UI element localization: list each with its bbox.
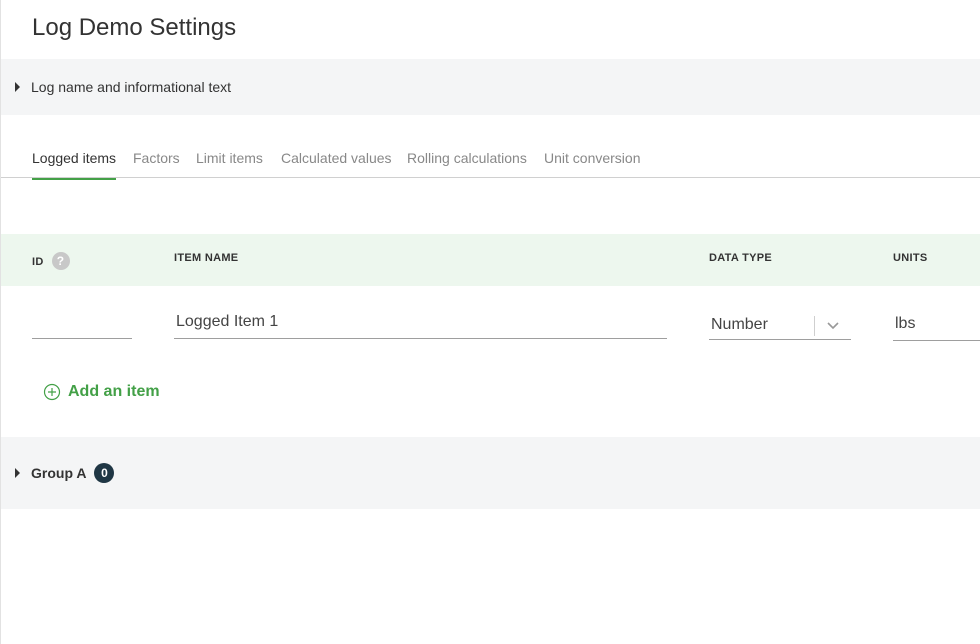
units-field[interactable] bbox=[893, 312, 980, 341]
tab-factors[interactable]: Factors bbox=[133, 150, 180, 178]
settings-page: Log Demo Settings Log name and informati… bbox=[0, 0, 980, 644]
data-type-select[interactable]: Number bbox=[709, 312, 851, 340]
settings-tabs: Logged items Factors Limit items Calcula… bbox=[1, 140, 980, 180]
caret-right-icon bbox=[15, 82, 20, 92]
items-table-header: ID ? ITEM NAME DATA TYPE UNITS bbox=[1, 234, 980, 286]
item-name-field[interactable] bbox=[174, 310, 667, 339]
add-item-label: Add an item bbox=[68, 383, 160, 400]
tab-logged-items[interactable]: Logged items bbox=[32, 150, 117, 180]
id-header-label: ID bbox=[32, 256, 44, 268]
group-count-badge: 0 bbox=[94, 463, 115, 483]
add-item-button[interactable]: Add an item bbox=[43, 383, 160, 401]
caret-right-icon bbox=[15, 468, 20, 478]
item-name-column-header: ITEM NAME bbox=[174, 252, 239, 264]
id-field[interactable] bbox=[32, 312, 132, 339]
tab-calculated-values[interactable]: Calculated values bbox=[281, 150, 392, 178]
group-a-toggle[interactable]: Group A 0 bbox=[1, 437, 980, 509]
page-title: Log Demo Settings bbox=[32, 14, 237, 41]
chevron-down-icon[interactable] bbox=[815, 321, 851, 330]
info-section-label: Log name and informational text bbox=[31, 79, 232, 95]
plus-circle-icon bbox=[43, 383, 61, 401]
units-column-header: UNITS bbox=[893, 252, 928, 264]
help-icon[interactable]: ? bbox=[51, 252, 70, 270]
data-type-value: Number bbox=[711, 315, 768, 333]
info-section-toggle[interactable]: Log name and informational text bbox=[1, 59, 980, 115]
id-column-header: ID ? bbox=[32, 252, 70, 270]
data-type-column-header: DATA TYPE bbox=[709, 252, 772, 264]
tab-unit-conversion[interactable]: Unit conversion bbox=[544, 150, 641, 178]
tab-limit-items[interactable]: Limit items bbox=[196, 150, 263, 178]
group-label: Group A bbox=[31, 465, 87, 481]
tab-rolling-calculations[interactable]: Rolling calculations bbox=[407, 150, 527, 178]
